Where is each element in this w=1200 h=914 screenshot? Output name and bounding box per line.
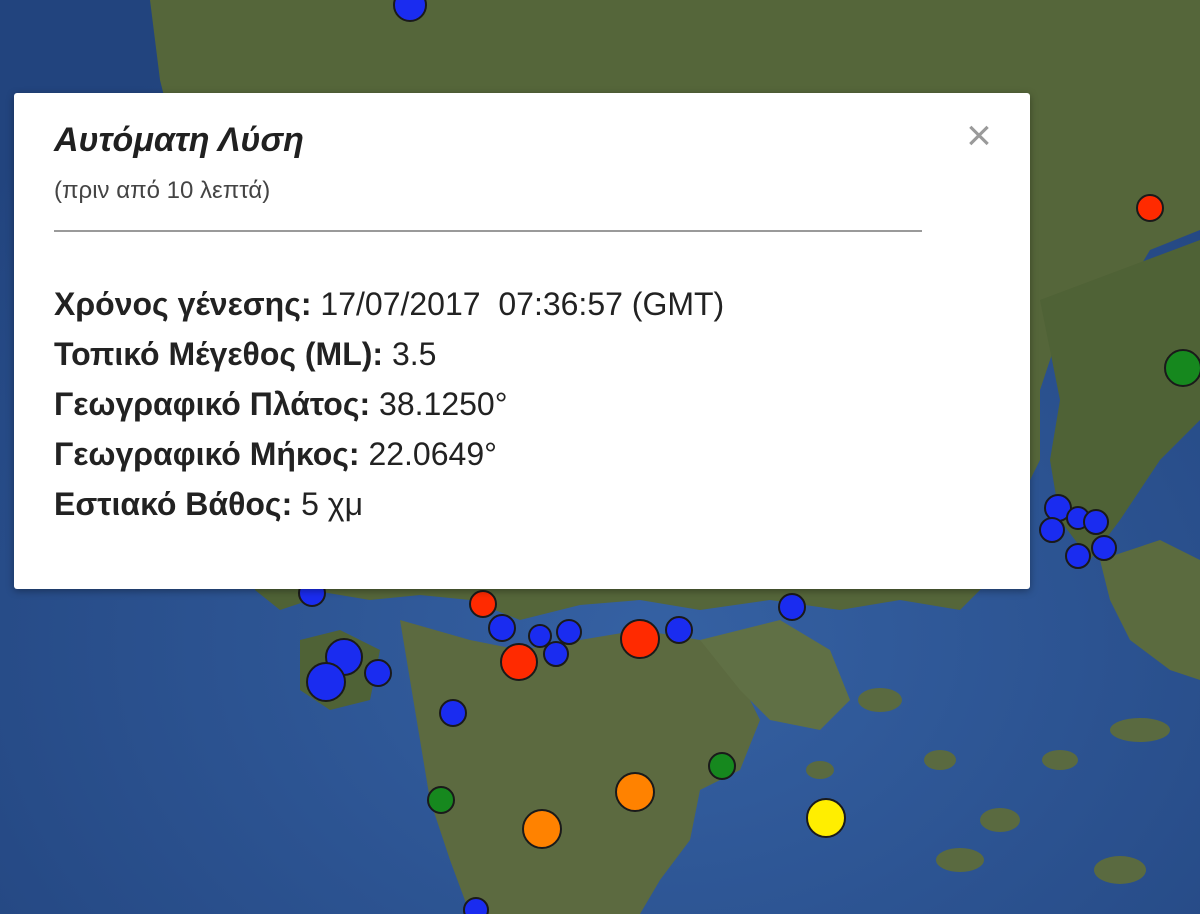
earthquake-marker[interactable] [665, 616, 693, 644]
field-value: 3.5 [391, 336, 437, 372]
popup-title: Αυτόματη Λύση [54, 121, 304, 159]
earthquake-marker[interactable] [463, 897, 489, 914]
earthquake-marker[interactable] [1083, 509, 1109, 535]
field-value: 38.1250° [379, 386, 508, 422]
popup-divider [54, 230, 922, 232]
earthquake-marker[interactable] [615, 772, 655, 812]
field-label: Χρόνος γένεσης: [54, 286, 312, 322]
popup-subtitle: (πριν από 10 λεπτά) [54, 177, 271, 204]
earthquake-marker[interactable] [528, 624, 552, 648]
earthquake-marker[interactable] [620, 619, 660, 659]
field-value: 22.0649° [368, 436, 497, 472]
earthquake-marker[interactable] [439, 699, 467, 727]
field-magnitude: Τοπικό Μέγεθος (ML): 3.5 [54, 329, 724, 379]
field-label: Γεωγραφικό Πλάτος: [54, 386, 371, 422]
land-island-small-2 [924, 750, 956, 770]
earthquake-marker[interactable] [778, 593, 806, 621]
earthquake-marker[interactable] [522, 809, 562, 849]
earthquake-marker[interactable] [427, 786, 455, 814]
earthquake-marker[interactable] [488, 614, 516, 642]
earthquake-marker[interactable] [1091, 535, 1117, 561]
earthquake-marker[interactable] [500, 643, 538, 681]
land-island-small-3 [980, 808, 1020, 832]
earthquake-marker[interactable] [1136, 194, 1164, 222]
field-depth: Εστιακό Βάθος: 5 χμ [54, 479, 724, 529]
earthquake-marker[interactable] [1065, 543, 1091, 569]
field-longitude: Γεωγραφικό Μήκος: 22.0649° [54, 429, 724, 479]
field-label: Τοπικό Μέγεθος (ML): [54, 336, 384, 372]
earthquake-marker[interactable] [806, 798, 846, 838]
popup-tail [494, 494, 550, 550]
earthquake-marker[interactable] [306, 662, 346, 702]
earthquake-marker[interactable] [469, 590, 497, 618]
earthquake-marker[interactable] [1164, 349, 1200, 387]
land-island-small-1 [858, 688, 902, 712]
land-island-small-7 [1094, 856, 1146, 884]
field-value: 17/07/2017 07:36:57 (GMT) [320, 286, 725, 322]
land-island-small-5 [1110, 718, 1170, 742]
field-value: 5 χμ [301, 486, 364, 522]
land-island-small-8 [806, 761, 834, 779]
earthquake-marker[interactable] [1039, 517, 1065, 543]
field-latitude: Γεωγραφικό Πλάτος: 38.1250° [54, 379, 724, 429]
earthquake-marker[interactable] [556, 619, 582, 645]
earthquake-marker[interactable] [543, 641, 569, 667]
field-origin-time: Χρόνος γένεσης: 17/07/2017 07:36:57 (GMT… [54, 279, 724, 329]
earthquake-marker[interactable] [364, 659, 392, 687]
popup-fields: Χρόνος γένεσης: 17/07/2017 07:36:57 (GMT… [54, 279, 724, 529]
field-label: Γεωγραφικό Μήκος: [54, 436, 360, 472]
land-island-small-6 [936, 848, 984, 872]
close-icon[interactable]: × [954, 111, 1004, 161]
field-label: Εστιακό Βάθος: [54, 486, 293, 522]
land-island-small-4 [1042, 750, 1078, 770]
earthquake-marker[interactable] [708, 752, 736, 780]
